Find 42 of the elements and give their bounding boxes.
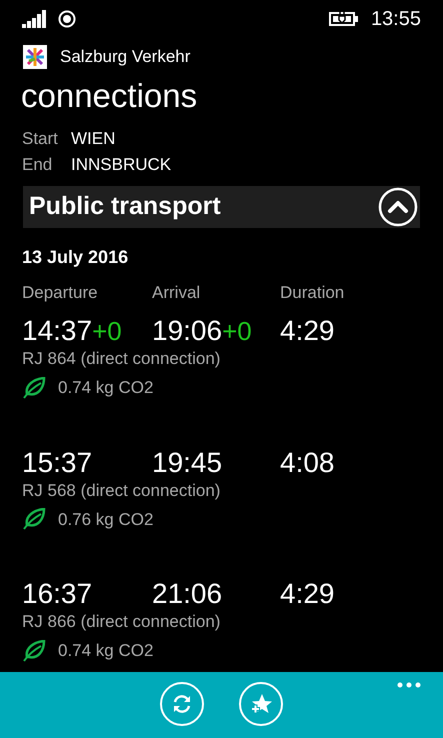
- refresh-icon: [171, 693, 193, 715]
- co2-text: 0.76 kg CO2: [58, 508, 154, 530]
- star-plus-icon: [249, 692, 273, 716]
- co2-text: 0.74 kg CO2: [58, 377, 154, 399]
- page-title: connections: [20, 76, 198, 116]
- collapse-icon[interactable]: [378, 186, 418, 226]
- time-text: 21:06: [152, 578, 222, 610]
- app-logo-icon: [23, 44, 47, 69]
- leaf-icon: [22, 508, 46, 530]
- co2-text: 0.74 kg CO2: [58, 640, 154, 662]
- route-value: WIEN: [71, 128, 116, 150]
- leaf-icon: [22, 640, 46, 662]
- date-heading: 13 July 2016: [21, 246, 130, 269]
- battery-charging-icon: [328, 11, 359, 27]
- time-text: 19:06: [152, 315, 222, 347]
- section-header[interactable]: Public transport: [23, 186, 420, 228]
- delay-text: +0: [222, 315, 252, 347]
- leaf-icon: [22, 376, 46, 399]
- route-value: INNSBRUCK: [71, 154, 172, 176]
- status-time: 13:55: [370, 7, 421, 32]
- train-info: RJ 866 (direct connection): [22, 611, 222, 633]
- train-info: RJ 568 (direct connection): [22, 480, 222, 502]
- column-header: Departure: [22, 282, 99, 304]
- column-header: Duration: [280, 282, 346, 304]
- more-icon[interactable]: [397, 682, 421, 688]
- time-text: 4:29: [280, 578, 334, 610]
- time-text: 4:08: [280, 446, 334, 478]
- delay-text: +0: [92, 315, 122, 347]
- time-text: 19:45: [152, 446, 222, 478]
- time-text: 15:37: [22, 446, 92, 478]
- location-icon: [58, 10, 76, 28]
- time-text: 16:37: [22, 578, 92, 610]
- refresh-button[interactable]: [160, 682, 204, 726]
- column-header: Arrival: [152, 282, 202, 304]
- route-label: End: [22, 154, 54, 176]
- time-text: 4:29: [280, 315, 334, 347]
- app-name: Salzburg Verkehr: [60, 46, 190, 68]
- route-label: Start: [22, 128, 59, 150]
- add-favorite-button[interactable]: [239, 682, 283, 726]
- train-info: RJ 864 (direct connection): [22, 348, 222, 370]
- time-text: 14:37: [22, 315, 92, 347]
- signal-icon: [22, 10, 48, 28]
